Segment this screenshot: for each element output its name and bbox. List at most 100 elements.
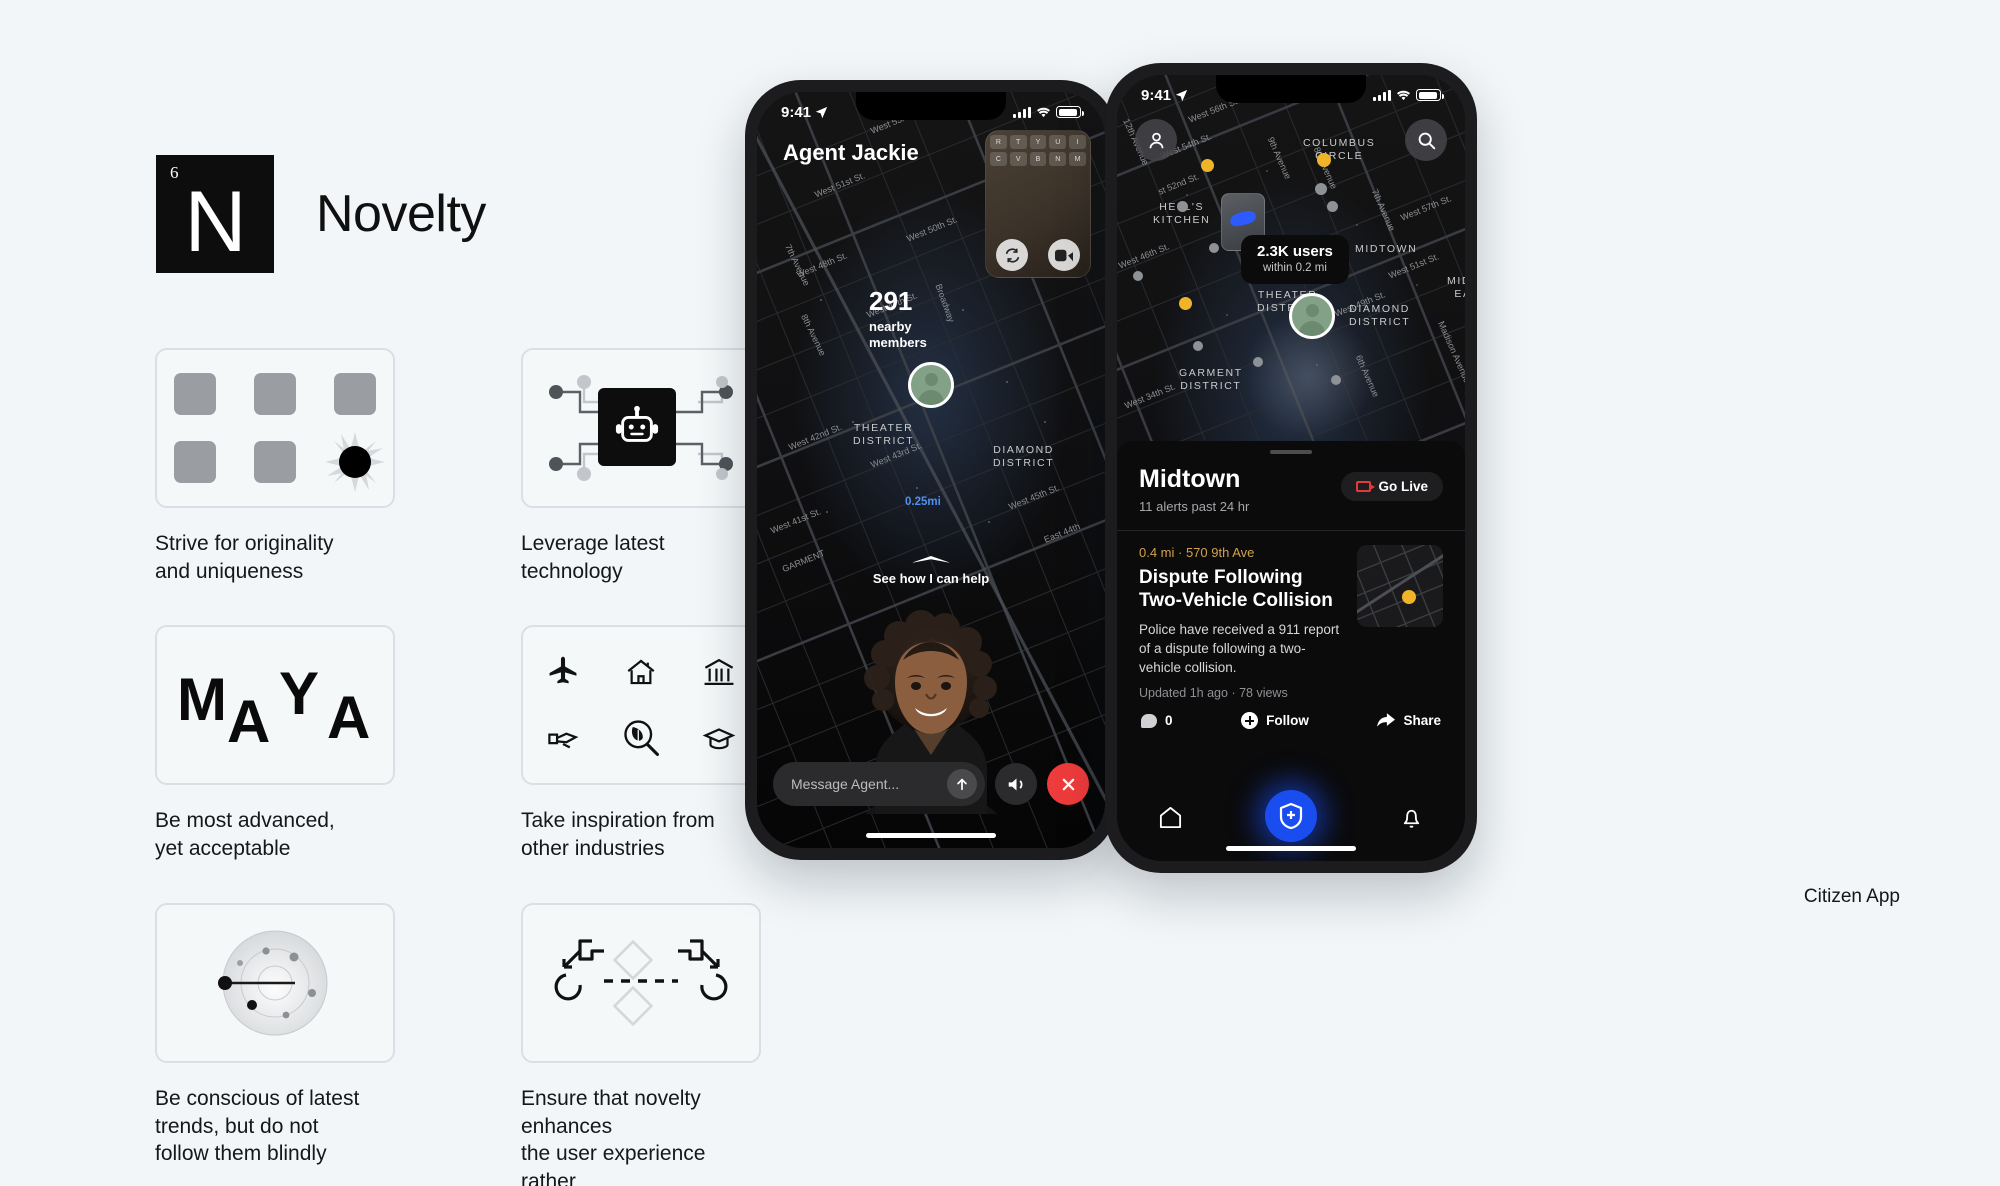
wifi-icon xyxy=(1396,90,1411,100)
user-dot-gray[interactable] xyxy=(1327,201,1338,212)
graduation-cap-icon xyxy=(697,716,741,760)
phone-mockups: West 53rd St. West 51st St. West 50th St… xyxy=(740,60,1480,880)
alert-updated: Updated 1h ago · 78 views xyxy=(1139,686,1288,701)
user-dot-gray[interactable] xyxy=(1209,243,1219,253)
key: R xyxy=(990,135,1007,149)
alert-body: Police have received a 911 report of a d… xyxy=(1139,621,1340,676)
status-time: 9:41 xyxy=(781,103,812,121)
video-subject xyxy=(1228,209,1258,228)
district-label: MIDT EA xyxy=(1447,275,1465,301)
person-icon[interactable] xyxy=(1135,119,1177,161)
district-label: THEATER DISTRICT xyxy=(853,422,915,448)
tab-shield[interactable] xyxy=(1265,790,1317,842)
arrows-diamonds-icon xyxy=(546,923,736,1043)
agent-title: Agent Jackie xyxy=(783,140,919,165)
share-label: Share xyxy=(1403,713,1441,729)
alert-dot-yellow[interactable] xyxy=(1179,297,1192,310)
comment-count: 0 xyxy=(1165,713,1173,729)
district-label: MIDTOWN xyxy=(1355,243,1418,255)
house-icon xyxy=(619,650,663,694)
caption-originality: Strive for originality and uniqueness xyxy=(155,532,334,583)
principles-column-1: Strive for originality and uniqueness M … xyxy=(155,348,395,1186)
share-button[interactable]: Share xyxy=(1377,713,1441,728)
users-radius: within 0.2 mi xyxy=(1262,262,1327,274)
alert-dot-yellow[interactable] xyxy=(1317,153,1331,167)
speaker-icon[interactable] xyxy=(995,763,1037,805)
alert-card[interactable]: 0.4 mi · 570 9th Ave Dispute Following T… xyxy=(1117,531,1465,701)
leaf-magnifier-icon xyxy=(619,716,663,760)
shield-icon xyxy=(1279,802,1303,830)
maya-letter-a2: A xyxy=(327,684,373,752)
status-time-group: 9:41 xyxy=(781,104,828,121)
nearby-members-callout: 291 nearby members xyxy=(869,288,927,351)
home-icon xyxy=(1159,806,1182,829)
robot-icon xyxy=(598,388,676,466)
nearby-label: nearby members xyxy=(869,319,927,350)
selfie-preview-panel[interactable]: R T Y U I C V B N M xyxy=(985,130,1091,278)
user-dot-gray[interactable] xyxy=(1315,183,1327,195)
user-dot-gray[interactable] xyxy=(1193,341,1203,351)
alert-dot-yellow[interactable] xyxy=(1201,159,1214,172)
district-label: COLUMBUS CIRCLE xyxy=(1303,137,1376,163)
grid-square xyxy=(334,373,376,415)
phone-citizen-feed: West 56th St. West 54th St. st 52nd St. … xyxy=(1105,63,1477,873)
bank-icon xyxy=(697,650,741,694)
sheet-header-text: Midtown 11 alerts past 24 hr xyxy=(1139,465,1249,513)
location-arrow-icon xyxy=(1175,89,1188,101)
search-icon[interactable] xyxy=(1405,119,1447,161)
maya-letter-m: M xyxy=(177,666,229,734)
status-time: 9:41 xyxy=(1141,86,1172,104)
alert-map-thumbnail[interactable] xyxy=(1357,544,1443,627)
message-composer: Message Agent... xyxy=(773,762,1089,806)
send-arrow-icon[interactable] xyxy=(947,769,977,799)
keyboard-overlay: R T Y U I C V B N M xyxy=(990,135,1086,166)
map-scale-label: 0.25mi xyxy=(905,496,941,508)
page-title: Novelty xyxy=(316,185,486,243)
user-dot-gray[interactable] xyxy=(1253,357,1263,367)
avatar-body xyxy=(918,390,944,405)
user-dot-gray[interactable] xyxy=(1331,375,1341,385)
message-placeholder: Message Agent... xyxy=(791,776,900,792)
follow-label: Follow xyxy=(1266,713,1309,729)
avatar-head xyxy=(924,373,938,386)
message-input-wrapper[interactable]: Message Agent... xyxy=(773,762,985,806)
district-label: DIAMOND DISTRICT xyxy=(1349,303,1411,329)
caption-trends: Be conscious of latest trends, but do no… xyxy=(155,1086,360,1166)
burst-center-dot xyxy=(339,446,371,478)
key: M xyxy=(1069,152,1086,166)
key: U xyxy=(1049,135,1067,149)
close-icon[interactable] xyxy=(1047,763,1089,805)
status-time-group: 9:41 xyxy=(1141,87,1188,104)
tile-maya: M A Y A xyxy=(155,625,395,786)
tab-alerts[interactable] xyxy=(1399,805,1424,835)
phone-agent-jackie: West 53rd St. West 51st St. West 50th St… xyxy=(745,80,1117,860)
plus-circle-icon xyxy=(1241,712,1259,730)
nearby-users-pill: 2.3K users within 0.2 mi xyxy=(1241,235,1349,284)
go-live-button[interactable]: Go Live xyxy=(1341,472,1443,501)
help-prompt[interactable]: See how I can help xyxy=(757,556,1105,586)
user-location-avatar[interactable] xyxy=(908,362,954,408)
user-dot-gray[interactable] xyxy=(1177,201,1188,212)
slide-root: 6 N Novelty Strive for originality and u… xyxy=(0,0,2000,1186)
brand-block: 6 N Novelty xyxy=(156,155,486,273)
grid-square xyxy=(254,441,296,483)
industry-icons xyxy=(535,645,747,765)
record-camera-icon xyxy=(1356,481,1376,492)
location-arrow-icon xyxy=(815,106,828,118)
follow-button[interactable]: Follow xyxy=(1241,712,1309,730)
maya-acronym: M A Y A xyxy=(175,662,375,752)
help-text: See how I can help xyxy=(872,571,990,586)
tab-home[interactable] xyxy=(1158,805,1183,835)
avatar-body xyxy=(1299,321,1325,336)
status-indicators xyxy=(1013,106,1084,118)
flip-camera-icon[interactable] xyxy=(996,239,1028,271)
user-location-avatar[interactable] xyxy=(1289,293,1335,339)
sheet-grabber-icon[interactable] xyxy=(911,556,951,563)
video-icon[interactable] xyxy=(1048,239,1080,271)
go-live-label: Go Live xyxy=(1378,479,1428,494)
user-dot-gray[interactable] xyxy=(1133,271,1143,281)
comments-button[interactable]: 0 xyxy=(1141,713,1173,728)
caption-maya: Be most advanced, yet acceptable xyxy=(155,809,335,861)
battery-icon xyxy=(1056,106,1084,118)
radar-icon xyxy=(190,923,360,1043)
